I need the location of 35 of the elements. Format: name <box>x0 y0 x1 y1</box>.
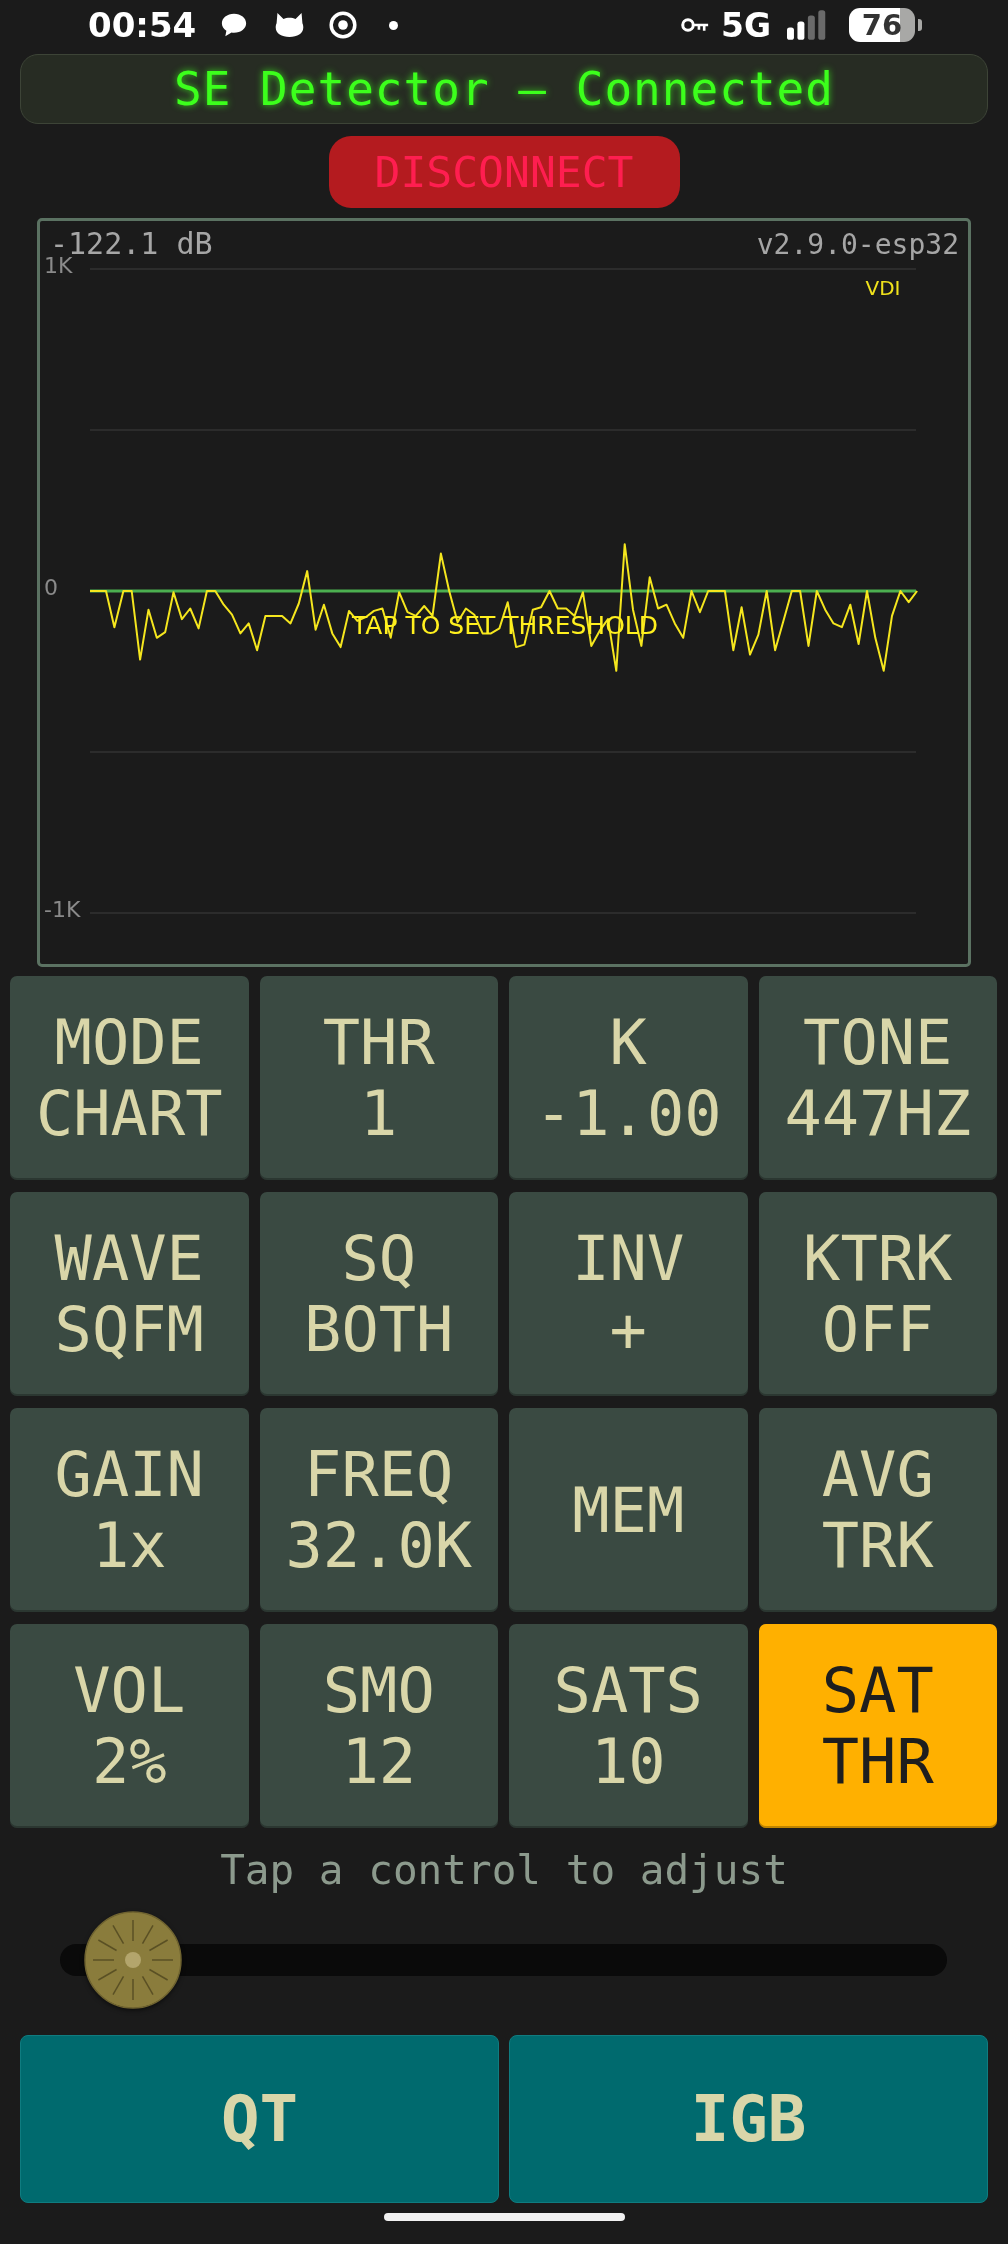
control-button[interactable]: VOL 2% <box>10 1624 249 1828</box>
axis-label: 0 <box>44 575 58 600</box>
axis-label: -1K <box>44 897 81 922</box>
action-button[interactable]: IGB <box>509 2035 988 2203</box>
firmware-version: v2.9.0-esp32 <box>756 228 959 261</box>
control-button[interactable]: INV + <box>509 1192 748 1396</box>
status-time: 00:54 <box>88 8 197 42</box>
legend-label: VDI <box>865 276 901 300</box>
chat-bubble-icon <box>220 12 249 38</box>
key-icon <box>680 17 709 33</box>
control-button[interactable]: TONE 447HZ <box>758 976 997 1180</box>
control-button[interactable]: THR 1 <box>259 976 498 1180</box>
ring-icon <box>329 11 358 39</box>
control-button[interactable]: SATS 10 <box>509 1624 748 1828</box>
control-button[interactable]: GAIN 1x <box>10 1408 249 1612</box>
control-button[interactable]: KTRK OFF <box>758 1192 997 1396</box>
slider-thumb[interactable] <box>83 1911 182 2009</box>
cat-icon <box>274 11 306 39</box>
hint-text: Tap a control to adjust <box>219 1846 789 1894</box>
control-button[interactable]: SQ BOTH <box>259 1192 498 1396</box>
control-button[interactable]: FREQ 32.0K <box>259 1408 498 1612</box>
signal-icon <box>787 10 827 40</box>
action-button[interactable]: QT <box>20 2035 499 2203</box>
control-button[interactable]: MODE CHART <box>10 976 249 1180</box>
control-button[interactable]: SAT THR <box>758 1624 997 1828</box>
dot-icon <box>389 20 399 30</box>
app-title: SE Detector — Connected <box>174 66 834 112</box>
control-button[interactable]: WAVE SQFM <box>10 1192 249 1396</box>
slider-track[interactable] <box>60 1911 947 2009</box>
battery-indicator: 76 <box>849 8 922 42</box>
control-button[interactable]: K -1.00 <box>509 976 748 1180</box>
control-button[interactable]: MEM <box>509 1408 748 1612</box>
network-type: 5G <box>720 8 771 42</box>
control-button[interactable]: SMO 12 <box>259 1624 498 1828</box>
control-button[interactable]: AVG TRK <box>758 1408 997 1612</box>
